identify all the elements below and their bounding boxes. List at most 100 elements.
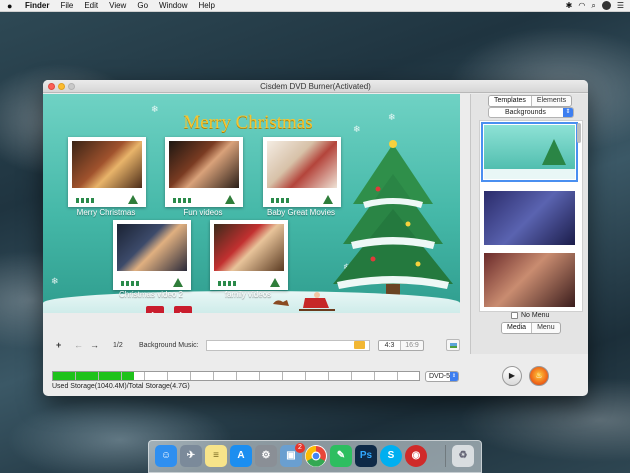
chapter-thumbnail[interactable] <box>210 220 288 290</box>
template-list[interactable] <box>479 120 583 312</box>
burn-button[interactable]: ♨ <box>529 366 549 386</box>
dock-separator <box>445 445 446 467</box>
storage-progress-bar <box>52 371 420 381</box>
menu-file[interactable]: File <box>60 1 73 10</box>
menu-preview-canvas[interactable]: ❄ ❄ ❄ ❄ ❄ ❄ Merry Christmas <box>43 94 460 313</box>
template-item[interactable] <box>481 122 578 182</box>
evernote-icon[interactable]: ✎ <box>330 445 352 467</box>
thumbnail-photo <box>117 224 187 271</box>
tab-templates[interactable]: Templates <box>489 96 532 106</box>
window-minimize-button[interactable] <box>58 83 65 90</box>
window-zoom-button[interactable] <box>68 83 75 90</box>
template-list-scrollbar[interactable] <box>577 123 581 143</box>
next-page-arrow-button[interactable]: → <box>90 340 99 350</box>
snowflake-icon: ❄ <box>151 104 159 114</box>
thumbnail-decoration <box>76 198 96 203</box>
spotlight-icon[interactable]: ⌕ <box>591 1 595 11</box>
storage-progress-ticks <box>53 372 419 380</box>
image-icon <box>450 343 457 348</box>
thumbnail-photo <box>169 141 239 188</box>
chrome-logo <box>305 445 326 467</box>
chapter-label[interactable]: Fun videos <box>153 208 253 217</box>
background-music-field[interactable] <box>206 340 370 351</box>
ratio-16-9-button[interactable]: 16:9 <box>401 341 423 350</box>
mini-tree-icon <box>323 195 333 204</box>
chapter-thumbnail[interactable] <box>263 137 341 207</box>
launchpad-icon[interactable]: ✈ <box>180 445 202 467</box>
chapter-label[interactable]: Christmas video 2 <box>101 290 201 299</box>
notes-icon[interactable]: ≡ <box>205 445 227 467</box>
wifi-icon[interactable]: ◠ <box>578 1 585 10</box>
dock: ☺ ✈ ≡ A ⚙ ▣ 2 ✎ Ps S ◉ ♻ <box>148 440 482 473</box>
previous-page-button[interactable]: ← <box>74 340 83 350</box>
no-menu-checkbox[interactable] <box>511 312 518 319</box>
notification-badge: 2 <box>295 443 305 453</box>
window-close-button[interactable] <box>48 83 55 90</box>
apple-menu-icon[interactable]: ● <box>7 1 17 11</box>
santa-sleigh-graphic <box>273 292 335 311</box>
storage-label: Used Storage(1040.4M)/Total Storage(4.7G… <box>52 383 190 390</box>
user-icon[interactable] <box>601 1 611 10</box>
play-all-button[interactable]: ▶ <box>146 306 164 313</box>
template-item[interactable] <box>484 191 575 245</box>
media-menu-tab-group: Media Menu <box>501 322 561 334</box>
status-area: ✱ ◠ ⌕ ☰ <box>560 1 624 11</box>
snowflake-icon: ❄ <box>51 276 59 286</box>
tab-media[interactable]: Media <box>502 323 533 333</box>
menu-title[interactable]: Merry Christmas <box>163 112 333 134</box>
chrome-icon[interactable] <box>305 445 327 467</box>
chapter-thumbnail[interactable] <box>68 137 146 207</box>
thumbnail-decoration <box>173 198 193 203</box>
folder-icon[interactable] <box>354 341 365 349</box>
bluetooth-icon[interactable]: ✱ <box>566 1 573 10</box>
menu-go[interactable]: Go <box>137 1 148 10</box>
preview-play-button[interactable]: ▶ <box>502 366 522 386</box>
menu-window[interactable]: Window <box>159 1 187 10</box>
chapter-label[interactable]: Baby Great Movies <box>251 208 351 217</box>
aspect-ratio-toggle: 4:3 16:9 <box>378 340 424 351</box>
menu-finder[interactable]: Finder <box>25 1 49 10</box>
ratio-4-3-button[interactable]: 4:3 <box>379 341 401 350</box>
next-page-button[interactable]: ▶ <box>174 306 192 313</box>
window-titlebar: Cisdem DVD Burner(Activated) <box>43 80 588 93</box>
photoshop-icon[interactable]: Ps <box>355 445 377 467</box>
snowflake-icon: ❄ <box>388 112 396 122</box>
chevron-updown-icon: ⇕ <box>450 372 458 381</box>
no-menu-option[interactable]: No Menu <box>511 312 549 319</box>
chevron-updown-icon: ⇕ <box>563 108 573 117</box>
trash-icon[interactable]: ♻ <box>452 445 474 467</box>
menu-help[interactable]: Help <box>198 1 214 10</box>
template-item[interactable] <box>484 253 575 307</box>
mini-tree-icon <box>173 278 183 287</box>
tab-elements[interactable]: Elements <box>532 96 571 106</box>
chapter-label[interactable]: Merry Christmas <box>56 208 156 217</box>
background-image-button[interactable] <box>446 339 460 351</box>
dvd-burner-icon[interactable]: ◉ <box>405 445 427 467</box>
notification-center-icon[interactable]: ☰ <box>617 1 624 10</box>
template-sidebar: Templates Elements Backgrounds ⇕ No Menu <box>470 94 588 354</box>
chapter-thumbnail[interactable] <box>165 137 243 207</box>
preview-icon[interactable]: ▣ 2 <box>280 443 305 467</box>
menu-edit[interactable]: Edit <box>84 1 98 10</box>
menu-view[interactable]: View <box>109 1 126 10</box>
add-button[interactable]: + <box>56 340 61 350</box>
category-select[interactable]: Backgrounds ⇕ <box>488 107 574 118</box>
thumbnail-photo <box>267 141 337 188</box>
menu-bar: ● Finder File Edit View Go Window Help ✱… <box>0 0 630 12</box>
canvas-toolbar: + ← → 1/2 Background Music: 4:3 16:9 <box>43 337 470 355</box>
page-indicator: 1/2 <box>113 342 123 349</box>
chapter-thumbnail[interactable] <box>113 220 191 290</box>
disc-type-select[interactable]: DVD-5 ⇕ <box>425 371 459 382</box>
template-preview <box>484 139 575 179</box>
thumbnail-photo <box>72 141 142 188</box>
no-menu-label: No Menu <box>521 312 550 319</box>
mini-tree-icon <box>270 278 280 287</box>
system-preferences-icon[interactable]: ⚙ <box>255 445 277 467</box>
app-store-icon[interactable]: A <box>230 445 252 467</box>
tab-menu[interactable]: Menu <box>532 323 560 333</box>
category-select-value: Backgrounds <box>505 109 546 116</box>
disc-type-value: DVD-5 <box>429 373 451 380</box>
skype-icon[interactable]: S <box>380 445 402 467</box>
finder-icon[interactable]: ☺ <box>155 445 177 467</box>
mini-tree-icon <box>225 195 235 204</box>
